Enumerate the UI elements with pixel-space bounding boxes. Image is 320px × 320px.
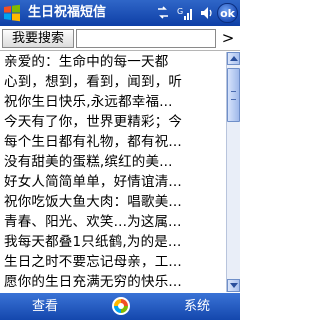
list-item[interactable]: 今天有了你，世界更精彩；今: [0, 112, 226, 132]
scrollbar[interactable]: [226, 52, 240, 292]
windows-start-icon[interactable]: [3, 4, 21, 22]
list-item[interactable]: 每个生日都有礼物，都有祝...: [0, 132, 226, 152]
signal-strength-icon[interactable]: G: [177, 5, 193, 21]
connectivity-icon[interactable]: [156, 5, 170, 21]
view-menu-button[interactable]: 查看: [32, 298, 58, 315]
input-panel-icon[interactable]: [111, 296, 131, 316]
status-icons: G: [154, 5, 214, 21]
message-list[interactable]: 亲爱的：生命中的每一天都 心到，想到，看到，闻到，听 祝你生日快乐,永远都幸福...…: [0, 52, 226, 292]
search-go-button[interactable]: >: [218, 29, 238, 48]
search-row: 我要搜索 >: [0, 27, 240, 51]
list-item[interactable]: 祝你生日快乐,永远都幸福...: [0, 92, 226, 112]
volume-icon[interactable]: [200, 5, 214, 21]
list-item[interactable]: 愿你的生日充满无穷的快乐...: [0, 272, 226, 292]
search-input[interactable]: [76, 29, 216, 48]
list-item[interactable]: 没有甜美的蛋糕,缤红的美...: [0, 152, 226, 172]
list-item[interactable]: 好女人简简单单，好情谊清...: [0, 172, 226, 192]
list-item[interactable]: 亲爱的：生命中的每一天都: [0, 52, 226, 72]
menu-bar: 查看 系统: [0, 293, 240, 320]
list-item[interactable]: 我每天都叠1只纸鹤,为的是...: [0, 232, 226, 252]
svg-text:G: G: [177, 7, 183, 16]
search-button[interactable]: 我要搜索: [2, 29, 74, 48]
scroll-thumb[interactable]: [227, 68, 240, 122]
list-item[interactable]: 青春、阳光、欢笑...为这属...: [0, 212, 226, 232]
list-item[interactable]: 祝你吃饭大鱼大肉：唱歌美...: [0, 192, 226, 212]
app-title: 生日祝福短信: [28, 5, 107, 20]
scroll-down-arrow[interactable]: [227, 279, 240, 292]
scroll-up-arrow[interactable]: [227, 52, 240, 65]
system-menu-button[interactable]: 系统: [184, 298, 210, 315]
title-bar: 生日祝福短信 G ok: [0, 0, 240, 26]
ok-button[interactable]: ok: [217, 3, 238, 23]
list-item[interactable]: 生日之时不要忘记母亲，工...: [0, 252, 226, 272]
list-item[interactable]: 心到，想到，看到，闻到，听: [0, 72, 226, 92]
